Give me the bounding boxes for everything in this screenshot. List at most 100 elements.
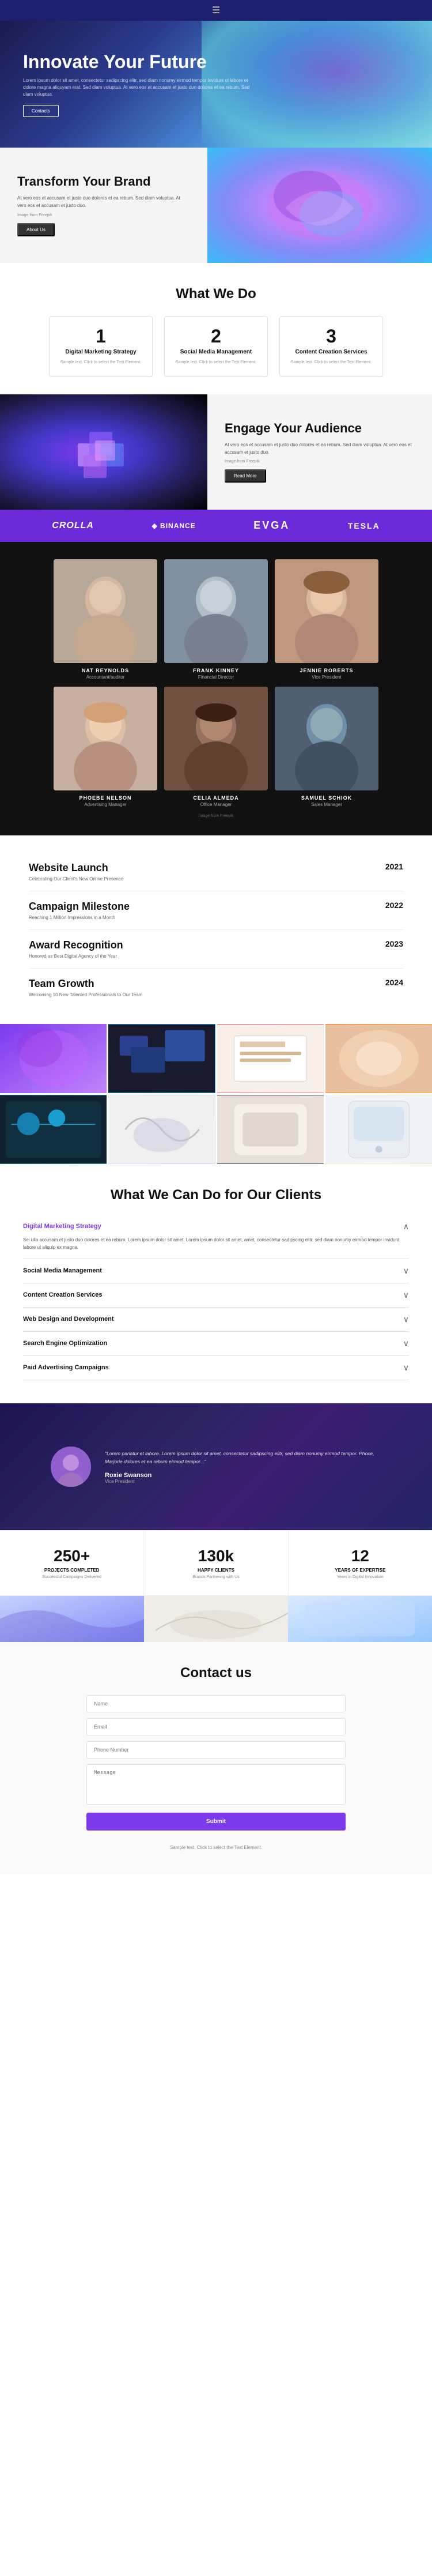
team-photo-celia <box>164 687 268 790</box>
accordion-label-2: Social Media Management <box>23 1267 102 1274</box>
testimonial-name: Roxie Swanson <box>105 1472 381 1479</box>
accordion-icon-2: ∨ <box>403 1266 409 1276</box>
timeline-desc-3: Honored as Best Digital Agency of the Ye… <box>29 954 123 959</box>
team-role-frank: Financial Director <box>164 675 268 680</box>
team-photo-phoebe <box>54 687 157 790</box>
engage-section: Engage Your Audience At vero eos et accu… <box>0 394 432 510</box>
service-item-3: 3 Content Creation Services Sample text.… <box>279 316 383 377</box>
transform-left: Transform Your Brand At vero eos et accu… <box>0 148 207 263</box>
brand-tesla: TESLA <box>348 521 380 530</box>
engage-body: At vero eos et accusam et justo duo dolo… <box>225 442 415 457</box>
stat-number-1: 250+ <box>0 1547 143 1565</box>
accordion-label-6: Paid Advertising Campaigns <box>23 1364 109 1371</box>
accordion-icon-1: ∧ <box>403 1222 409 1231</box>
accordion-icon-4: ∨ <box>403 1315 409 1324</box>
transform-right <box>207 148 432 263</box>
about-us-button[interactable]: About Us <box>17 223 55 236</box>
team-role-celia: Office Manager <box>164 802 268 807</box>
team-photo-frank <box>164 559 268 663</box>
engage-right: Engage Your Audience At vero eos et accu… <box>207 394 432 510</box>
service-number-3: 3 <box>287 327 376 345</box>
accordion-item-4[interactable]: Web Design and Development ∨ <box>23 1308 409 1332</box>
contact-form: Submit <box>86 1695 346 1831</box>
team-photo-jennie <box>275 559 378 663</box>
accordion-icon-5: ∨ <box>403 1339 409 1349</box>
brand-evga: EVGA <box>253 519 290 532</box>
gallery-item-1 <box>0 1024 107 1093</box>
contact-phone-input[interactable] <box>86 1741 346 1758</box>
service-label-3: Content Creation Services <box>287 349 376 355</box>
engage-title: Engage Your Audience <box>225 421 415 436</box>
timeline-item-1: Website Launch Celebrating Our Client's … <box>29 853 403 891</box>
timeline-year-4: 2024 <box>385 978 403 987</box>
services-row: 1 Digital Marketing Strategy Sample text… <box>23 316 409 377</box>
service-desc-2: Sample text. Click to select the Text El… <box>172 360 260 366</box>
contact-section: Contact us Submit Sample text. Click to … <box>0 1642 432 1875</box>
timeline-section: Website Launch Celebrating Our Client's … <box>0 835 432 1024</box>
accordion-item-3[interactable]: Content Creation Services ∨ <box>23 1283 409 1308</box>
contact-message-input[interactable] <box>86 1764 346 1805</box>
hero-contacts-button[interactable]: Contacts <box>23 105 59 117</box>
timeline-desc-2: Reaching 1 Million Impressions in a Mont… <box>29 915 130 920</box>
hamburger-icon[interactable]: ☰ <box>212 6 220 16</box>
what-we-do-title: What We Do <box>23 286 409 302</box>
testimonial-quote: "Lorem pariatur et labore. Lorem ipsum d… <box>105 1449 381 1466</box>
team-role-nat: Accountant/auditor <box>54 675 157 680</box>
service-number-1: 1 <box>56 327 145 345</box>
team-member-celia: CELIA ALMEDA Office Manager <box>164 687 268 807</box>
gallery-section <box>0 1024 432 1164</box>
accordion-item-1[interactable]: Digital Marketing Strategy ∧ Sei ulla ac… <box>23 1215 409 1259</box>
team-member-jennie: JENNIE ROBERTS Vice President <box>275 559 378 680</box>
testimonial-avatar <box>51 1447 91 1487</box>
service-desc-3: Sample text. Click to select the Text El… <box>287 360 376 366</box>
abstract-img-2 <box>144 1596 288 1642</box>
gallery-item-4 <box>325 1024 432 1093</box>
service-desc-1: Sample text. Click to select the Text El… <box>56 360 145 366</box>
team-name-phoebe: PHOEBE NELSON <box>54 795 157 801</box>
read-more-button[interactable]: Read More <box>225 469 266 483</box>
team-name-nat: NAT REYNOLDS <box>54 668 157 673</box>
team-member-phoebe: PHOEBE NELSON Advertising Manager <box>54 687 157 807</box>
contact-name-input[interactable] <box>86 1695 346 1712</box>
brands-bar: CROLLA ◈ BINANCE EVGA TESLA <box>0 510 432 542</box>
accordion-icon-6: ∨ <box>403 1363 409 1373</box>
abstract-img-1 <box>0 1596 144 1642</box>
team-member-samuel: SAMUEL SCHIOK Sales Manager <box>275 687 378 807</box>
stat-label-3: YEARS OF EXPERTISE <box>289 1568 432 1573</box>
contact-email-input[interactable] <box>86 1718 346 1735</box>
service-number-2: 2 <box>172 327 260 345</box>
contact-submit-button[interactable]: Submit <box>86 1813 346 1831</box>
transform-body: At vero eos et accusam et justo duo dolo… <box>17 195 190 210</box>
team-member-frank: FRANK KINNEY Financial Director <box>164 559 268 680</box>
transform-title: Transform Your Brand <box>17 174 190 189</box>
can-do-title: What We Can Do for Our Clients <box>23 1187 409 1203</box>
accordion-item-5[interactable]: Search Engine Optimization ∨ <box>23 1332 409 1356</box>
contact-title: Contact us <box>69 1665 363 1681</box>
team-name-samuel: SAMUEL SCHIOK <box>275 795 378 801</box>
team-image-note: Image from Freepik <box>23 814 409 818</box>
accordion-item-6[interactable]: Paid Advertising Campaigns ∨ <box>23 1356 409 1380</box>
timeline-year-1: 2021 <box>385 862 403 871</box>
stat-number-2: 130k <box>144 1547 287 1565</box>
timeline-title-4: Team Growth <box>29 978 142 990</box>
stat-label-1: PROJECTS COMPLETED <box>0 1568 143 1573</box>
stat-desc-1: Successful Campaigns Delivered <box>0 1575 143 1579</box>
team-name-celia: CELIA ALMEDA <box>164 795 268 801</box>
accordion-content-1: Sei ulla accusam et justo duo dolores et… <box>23 1236 409 1252</box>
accordion-item-2[interactable]: Social Media Management ∨ <box>23 1259 409 1283</box>
timeline-item-2: Campaign Milestone Reaching 1 Million Im… <box>29 891 403 930</box>
timeline-title-1: Website Launch <box>29 862 123 874</box>
abstract-img-3 <box>288 1596 432 1642</box>
what-we-do-section: What We Do 1 Digital Marketing Strategy … <box>0 263 432 394</box>
brand-binance: ◈ BINANCE <box>151 522 195 530</box>
gallery-item-8 <box>325 1095 432 1164</box>
timeline-desc-1: Celebrating Our Client's New Online Pres… <box>29 876 123 882</box>
gallery-item-6 <box>108 1095 215 1164</box>
service-label-2: Social Media Management <box>172 349 260 355</box>
team-name-frank: FRANK KINNEY <box>164 668 268 673</box>
stat-item-3: 12 YEARS OF EXPERTISE Years in Digital I… <box>289 1531 432 1595</box>
service-label-1: Digital Marketing Strategy <box>56 349 145 355</box>
team-role-jennie: Vice President <box>275 675 378 680</box>
stat-number-3: 12 <box>289 1547 432 1565</box>
hero-body: Lorem ipsum dolor sit amet, consectetur … <box>23 77 253 98</box>
